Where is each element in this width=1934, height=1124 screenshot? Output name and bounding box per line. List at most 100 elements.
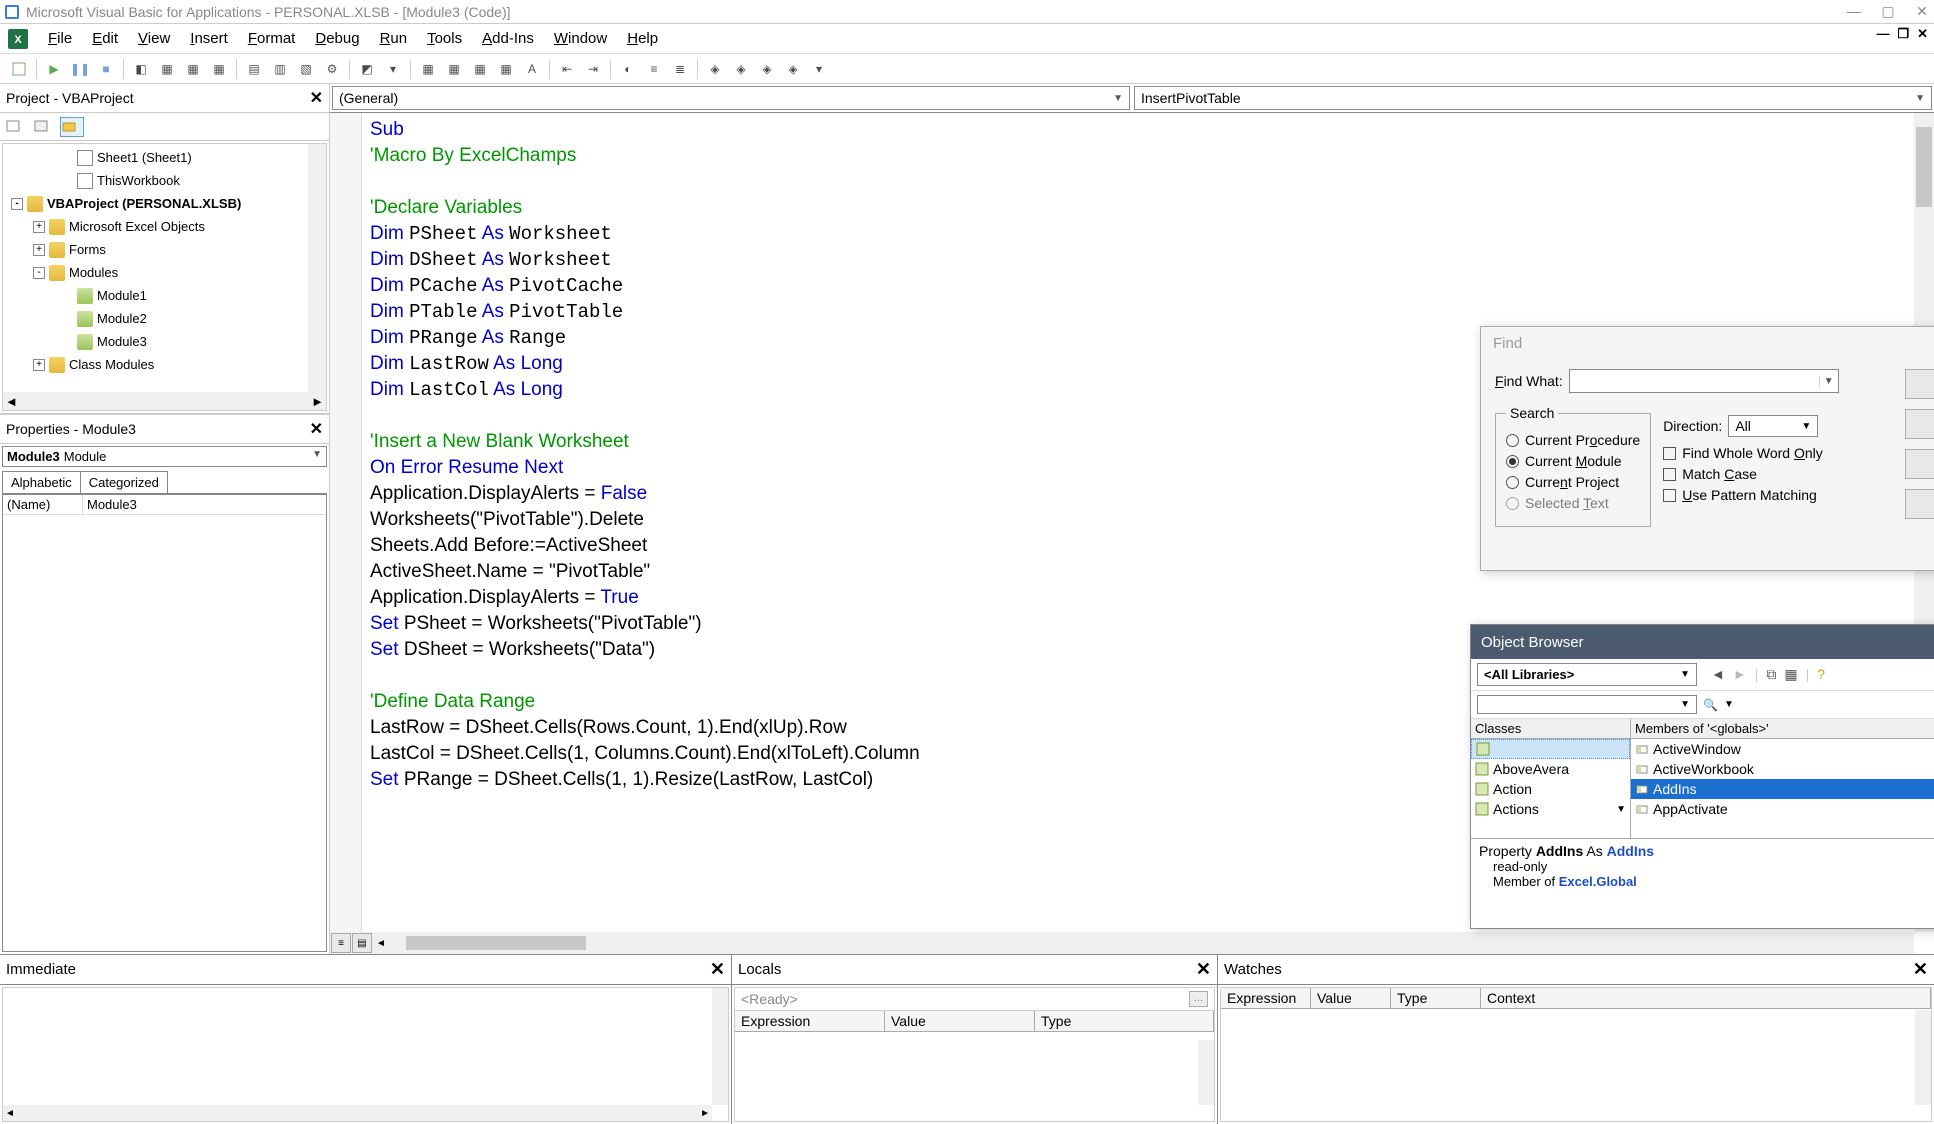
checkbox[interactable] [1663, 489, 1676, 502]
expander-icon[interactable]: - [11, 198, 23, 210]
tool-icon[interactable]: ▦ [208, 58, 230, 80]
chevron-down-icon[interactable]: ▼ [1819, 376, 1838, 387]
tree-node[interactable]: +Microsoft Excel Objects [3, 215, 326, 238]
col-expression[interactable]: Expression [735, 1011, 885, 1031]
close-icon[interactable]: ✕ [310, 88, 323, 108]
close-icon[interactable]: ✕ [1913, 959, 1928, 980]
col-type[interactable]: Type [1035, 1011, 1214, 1031]
view-code-icon[interactable] [4, 117, 28, 137]
full-module-view-icon[interactable]: ▤ [352, 933, 372, 953]
procedure-view-icon[interactable]: ≡ [331, 933, 351, 953]
member-item[interactable]: ActiveWorkbook [1631, 759, 1934, 779]
tab-alphabetic[interactable]: Alphabetic [2, 471, 81, 493]
checkbox[interactable] [1663, 468, 1676, 481]
direction-combo[interactable]: All▼ [1728, 415, 1818, 437]
help-button[interactable]: Help [1905, 489, 1934, 519]
property-value[interactable]: Module3 [83, 495, 141, 514]
reset-icon[interactable]: ■ [95, 58, 117, 80]
expander-icon[interactable]: + [33, 221, 45, 233]
view-object-icon[interactable] [32, 117, 56, 137]
tool-icon[interactable]: ◩ [356, 58, 378, 80]
radio[interactable] [1506, 455, 1519, 468]
excel-icon[interactable]: X [8, 29, 28, 49]
tree-node[interactable]: Sheet1 (Sheet1) [3, 146, 326, 169]
scrollbar-horizontal[interactable]: ◄► [3, 1105, 712, 1121]
radio[interactable] [1506, 476, 1519, 489]
class-item[interactable]: Actions▼ [1471, 799, 1630, 819]
view-excel-icon[interactable] [8, 58, 30, 80]
col-value[interactable]: Value [885, 1011, 1035, 1031]
chevron-down-icon[interactable]: ▼ [1616, 804, 1626, 815]
col-context[interactable]: Context [1481, 988, 1931, 1008]
tool-icon[interactable]: ▦ [469, 58, 491, 80]
menu-view[interactable]: View [128, 26, 180, 51]
object-browser-icon[interactable]: ▧ [295, 58, 317, 80]
tool-icon[interactable]: ≡ [643, 58, 665, 80]
library-combo[interactable]: <All Libraries> ▼ [1477, 663, 1697, 686]
properties-object-combo[interactable]: Module3 Module ▼ [2, 446, 327, 467]
mdi-minimize-icon[interactable]: — [1876, 26, 1889, 42]
expander-icon[interactable]: + [33, 244, 45, 256]
tool-icon[interactable]: ▾ [382, 58, 404, 80]
tool-icon[interactable]: ◐ [617, 58, 639, 80]
tree-node[interactable]: -Modules [3, 261, 326, 284]
tool-icon[interactable]: ▦ [495, 58, 517, 80]
tree-node[interactable]: Module2 [3, 307, 326, 330]
design-mode-icon[interactable]: ◧ [130, 58, 152, 80]
scrollbar-horizontal[interactable]: ◄► [3, 392, 326, 410]
menu-tools[interactable]: Tools [417, 26, 472, 51]
tree-node[interactable]: +Forms [3, 238, 326, 261]
tree-node[interactable]: -VBAProject (PERSONAL.XLSB) [3, 192, 326, 215]
tree-node[interactable]: +Class Modules [3, 353, 326, 376]
toggle-search-results-icon[interactable]: ▼ [1724, 699, 1734, 710]
close-icon[interactable]: ✕ [710, 959, 725, 980]
scrollbar-horizontal[interactable]: ≡ ▤ ◄ [330, 932, 1914, 954]
break-icon[interactable]: ❚❚ [69, 58, 91, 80]
bookmark-icon[interactable]: ◈ [782, 58, 804, 80]
toggle-folders-icon[interactable] [60, 117, 84, 137]
member-item[interactable]: AddIns [1631, 779, 1934, 799]
menu-window[interactable]: Window [544, 26, 617, 51]
scrollbar-vertical[interactable] [308, 144, 326, 392]
object-combo[interactable]: (General) ▼ [332, 86, 1130, 110]
toolbox-icon[interactable]: ⚙ [321, 58, 343, 80]
class-item[interactable]: AboveAvera [1471, 759, 1630, 779]
tree-node[interactable]: Module1 [3, 284, 326, 307]
find-next-button[interactable]: Find Next [1905, 369, 1934, 399]
menu-format[interactable]: Format [238, 26, 306, 51]
call-stack-button[interactable]: ... [1189, 991, 1208, 1007]
bookmark-icon[interactable]: ◈ [730, 58, 752, 80]
class-item[interactable]: Action [1471, 779, 1630, 799]
menu-run[interactable]: Run [370, 26, 418, 51]
tool-icon[interactable]: ▦ [443, 58, 465, 80]
class-item[interactable] [1471, 739, 1630, 759]
view-definition-icon[interactable]: ▦ [1784, 666, 1797, 683]
tool-icon[interactable]: A [521, 58, 543, 80]
nav-back-icon[interactable]: ◄ [1711, 666, 1725, 683]
properties-grid[interactable]: (Name) Module3 [2, 494, 327, 952]
checkbox[interactable] [1663, 447, 1676, 460]
window-close-icon[interactable]: ✕ [1914, 3, 1930, 20]
menu-debug[interactable]: Debug [305, 26, 369, 51]
expander-icon[interactable]: - [33, 267, 45, 279]
member-item[interactable]: ActiveWindow [1631, 739, 1934, 759]
find-what-input[interactable]: ▼ [1569, 369, 1839, 393]
menu-insert[interactable]: Insert [180, 26, 238, 51]
menu-edit[interactable]: Edit [82, 26, 128, 51]
member-item[interactable]: AppActivate [1631, 799, 1934, 819]
procedure-combo[interactable]: InsertPivotTable ▼ [1134, 86, 1932, 110]
copy-icon[interactable]: ⧉ [1766, 666, 1776, 683]
immediate-body[interactable]: ◄► [2, 987, 729, 1122]
menu-help[interactable]: Help [617, 26, 668, 51]
project-explorer-icon[interactable]: ▤ [243, 58, 265, 80]
window-minimize-icon[interactable]: — [1846, 3, 1862, 20]
close-icon[interactable]: ✕ [310, 419, 323, 439]
mdi-restore-icon[interactable]: ❐ [1897, 26, 1909, 42]
outdent-icon[interactable]: ⇤ [556, 58, 578, 80]
menu-add-ins[interactable]: Add-Ins [472, 26, 544, 51]
tool-icon[interactable]: ▦ [156, 58, 178, 80]
indent-icon[interactable]: ⇥ [582, 58, 604, 80]
menu-file[interactable]: File [38, 26, 82, 51]
search-icon[interactable]: 🔍 [1703, 698, 1718, 712]
tool-icon[interactable]: ≣ [669, 58, 691, 80]
